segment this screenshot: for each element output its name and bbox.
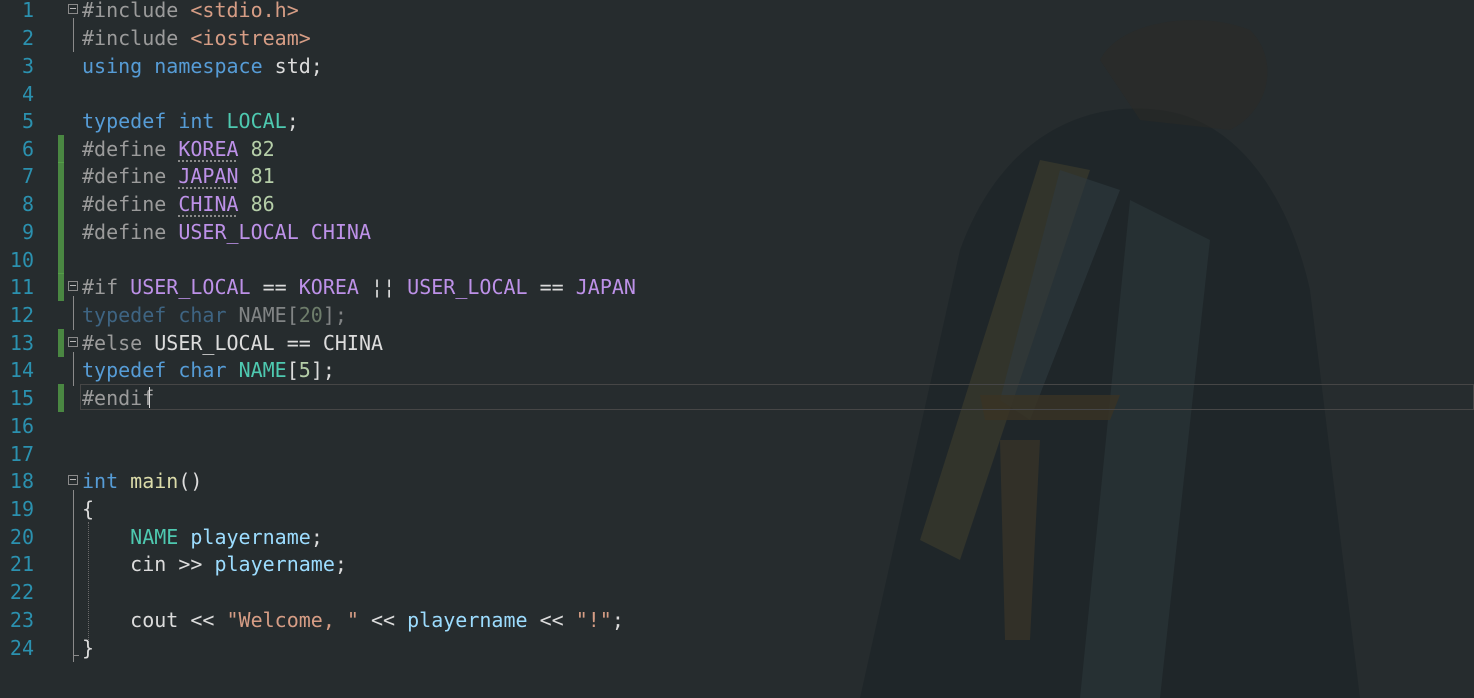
change-marker <box>58 135 64 163</box>
code-text: cin >> playername; <box>82 552 347 576</box>
code-text: typedef char NAME[5]; <box>82 358 335 382</box>
code-text: { <box>82 497 95 521</box>
code-line[interactable]: 4 <box>0 80 1474 108</box>
code-editor[interactable]: 1 #include <stdio.h> 2 #include <iostrea… <box>0 0 1474 698</box>
change-marker <box>58 329 64 357</box>
collapse-icon[interactable] <box>68 475 78 485</box>
line-number: 19 <box>9 497 34 521</box>
change-marker <box>58 162 64 190</box>
line-number: 10 <box>9 248 34 272</box>
code-text: #include <iostream> <box>82 26 311 50</box>
code-text: #define CHINA 86 <box>82 192 275 216</box>
line-number: 13 <box>9 331 34 355</box>
code-text-inactive: typedef char NAME[20]; <box>82 303 347 327</box>
change-marker <box>58 273 64 301</box>
line-number: 23 <box>9 608 34 632</box>
code-text: #else USER_LOCAL == CHINA <box>82 331 384 355</box>
code-text: #if USER_LOCAL == KOREA ¦¦ USER_LOCAL ==… <box>82 275 636 299</box>
code-text: cout << "Welcome, " << playername << "!"… <box>82 608 624 632</box>
text-caret <box>149 387 150 408</box>
code-line[interactable]: 24 } <box>0 634 1474 662</box>
change-marker <box>58 384 64 412</box>
line-number: 14 <box>9 358 34 382</box>
line-number: 3 <box>21 54 34 78</box>
code-line[interactable]: 9 #define USER_LOCAL CHINA <box>0 218 1474 246</box>
line-number: 12 <box>9 303 34 327</box>
line-number: 20 <box>9 525 34 549</box>
code-line[interactable]: 2 #include <iostream> <box>0 24 1474 52</box>
collapse-icon[interactable] <box>68 4 78 14</box>
code-line[interactable]: 13 #else USER_LOCAL == CHINA <box>0 329 1474 357</box>
code-text: using namespace std; <box>82 54 323 78</box>
code-text: #define KOREA 82 <box>82 137 275 161</box>
code-line[interactable]: 7 #define JAPAN 81 <box>0 162 1474 190</box>
code-line[interactable]: 23 cout << "Welcome, " << playername << … <box>0 606 1474 634</box>
code-text: #define USER_LOCAL CHINA <box>82 220 372 244</box>
code-text: #define JAPAN 81 <box>82 164 275 188</box>
line-number: 9 <box>21 220 34 244</box>
line-number: 24 <box>9 636 34 660</box>
code-text: typedef int LOCAL; <box>82 109 299 133</box>
change-marker <box>58 190 64 218</box>
code-line[interactable]: 20 NAME playername; <box>0 523 1474 551</box>
line-number: 6 <box>21 137 34 161</box>
code-line[interactable]: 14 typedef char NAME[5]; <box>0 356 1474 384</box>
code-line[interactable]: 12 typedef char NAME[20]; <box>0 301 1474 329</box>
code-line[interactable]: 8 #define CHINA 86 <box>0 190 1474 218</box>
line-number: 2 <box>21 26 34 50</box>
code-line[interactable]: 10 <box>0 246 1474 274</box>
code-line[interactable]: 19 { <box>0 495 1474 523</box>
code-line[interactable]: 16 <box>0 412 1474 440</box>
code-line[interactable]: 3 using namespace std; <box>0 52 1474 80</box>
line-number: 5 <box>21 109 34 133</box>
line-number: 15 <box>9 386 34 410</box>
code-line[interactable]: 6 #define KOREA 82 <box>0 135 1474 163</box>
code-text: NAME playername; <box>130 525 323 549</box>
code-text: #include <stdio.h> <box>82 0 299 22</box>
line-number: 18 <box>9 469 34 493</box>
code-text: } <box>82 636 95 660</box>
line-number: 1 <box>21 0 34 22</box>
code-text: #endif <box>82 386 155 410</box>
line-number: 22 <box>9 580 34 604</box>
code-line[interactable]: 22 <box>0 578 1474 606</box>
change-marker <box>58 218 64 246</box>
line-number: 17 <box>9 442 34 466</box>
code-line[interactable]: 1 #include <stdio.h> <box>0 0 1474 24</box>
line-number: 4 <box>21 82 34 106</box>
code-line[interactable]: 11 #if USER_LOCAL == KOREA ¦¦ USER_LOCAL… <box>0 273 1474 301</box>
code-line[interactable]: 5 typedef int LOCAL; <box>0 107 1474 135</box>
change-marker <box>58 246 64 274</box>
code-line[interactable]: 17 <box>0 440 1474 468</box>
code-line[interactable]: 21 cin >> playername; <box>0 550 1474 578</box>
code-text: int main() <box>82 469 203 493</box>
collapse-icon[interactable] <box>68 281 78 291</box>
line-number: 8 <box>21 192 34 216</box>
collapse-icon[interactable] <box>68 337 78 347</box>
line-number: 11 <box>9 275 34 299</box>
line-number: 7 <box>21 164 34 188</box>
line-number: 16 <box>9 414 34 438</box>
line-number: 21 <box>9 552 34 576</box>
code-line[interactable]: 18 int main() <box>0 467 1474 495</box>
code-line[interactable]: 15 #endif <box>0 384 1474 412</box>
